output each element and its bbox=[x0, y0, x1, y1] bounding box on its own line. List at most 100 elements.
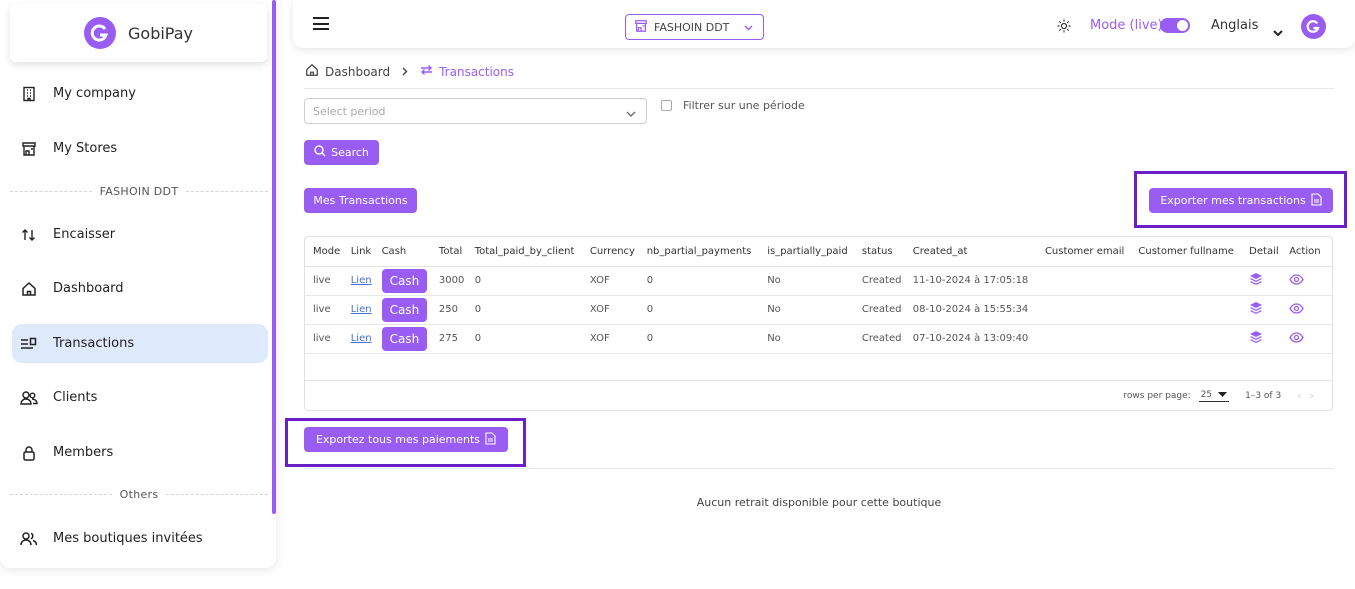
column-header[interactable]: Total_paid_by_client bbox=[466, 237, 582, 267]
store-icon bbox=[18, 138, 40, 160]
breadcrumb-dashboard[interactable]: Dashboard bbox=[325, 65, 390, 79]
divider bbox=[304, 468, 1334, 469]
cell-is-partial: No bbox=[759, 295, 854, 325]
chevron-down-icon bbox=[744, 21, 753, 34]
store-selector[interactable]: FASHOIN DDT bbox=[625, 14, 764, 40]
period-select[interactable]: Select period bbox=[304, 98, 647, 124]
sidebar-item-transactions[interactable]: Transactions bbox=[12, 324, 268, 363]
users-icon bbox=[18, 387, 40, 409]
group-icon bbox=[18, 528, 40, 550]
column-header[interactable]: Detail bbox=[1241, 237, 1282, 267]
cash-button[interactable]: Cash bbox=[381, 326, 428, 351]
cell-currency: XOF bbox=[581, 324, 639, 354]
sidebar: GobiPay My company My Stores FASHOIN DDT… bbox=[0, 0, 276, 568]
sidebar-item-label: My Stores bbox=[53, 141, 118, 156]
eye-icon[interactable] bbox=[1289, 302, 1304, 317]
pagination-range: 1–3 of 3 bbox=[1245, 390, 1282, 401]
column-header[interactable]: Total bbox=[430, 237, 467, 267]
cell-is-partial: No bbox=[759, 266, 854, 296]
link-lien[interactable]: Lien bbox=[351, 304, 372, 315]
pagination-arrows: ‹› bbox=[1297, 389, 1322, 402]
cell-paid: 0 bbox=[466, 266, 582, 296]
period-select-placeholder: Select period bbox=[313, 104, 386, 118]
sun-icon[interactable] bbox=[1057, 18, 1071, 33]
cell-paid: 0 bbox=[466, 324, 582, 354]
export-transactions-button[interactable]: Exporter mes transactions bbox=[1149, 188, 1333, 213]
eye-icon[interactable] bbox=[1289, 331, 1304, 346]
transfer-icon bbox=[420, 64, 433, 79]
column-header[interactable]: Customer fullname bbox=[1130, 237, 1242, 267]
sidebar-item-encaisser[interactable]: Encaisser bbox=[12, 215, 268, 254]
eye-icon[interactable] bbox=[1289, 273, 1304, 288]
column-header[interactable]: Link bbox=[342, 237, 374, 267]
cell-status: Created bbox=[853, 266, 905, 296]
column-header[interactable]: Cash bbox=[373, 237, 431, 267]
layers-icon[interactable] bbox=[1249, 302, 1263, 318]
cell-email bbox=[1036, 324, 1131, 354]
sidebar-item-clients[interactable]: Clients bbox=[12, 378, 268, 417]
sidebar-item-my-company[interactable]: My company bbox=[12, 74, 268, 113]
sidebar-item-members[interactable]: Members bbox=[12, 433, 268, 472]
link-lien[interactable]: Lien bbox=[351, 275, 372, 286]
rows-per-page-value: 25 bbox=[1200, 389, 1213, 400]
table-pagination: rows per page: 25 1–3 of 3 ‹› bbox=[305, 380, 1332, 410]
cell-currency: XOF bbox=[581, 266, 639, 296]
layers-icon[interactable] bbox=[1249, 273, 1263, 289]
export-all-payments-button[interactable]: Exportez tous mes paiements bbox=[304, 427, 508, 452]
column-header[interactable]: Currency bbox=[581, 237, 639, 267]
sidebar-item-mes-boutiques-invitees[interactable]: Mes boutiques invitées bbox=[12, 519, 268, 558]
sidebar-item-label: Members bbox=[53, 445, 114, 460]
brand[interactable]: GobiPay bbox=[10, 4, 267, 62]
column-header[interactable]: Action bbox=[1281, 237, 1332, 267]
chevron-right-icon bbox=[402, 65, 408, 79]
link-lien[interactable]: Lien bbox=[351, 333, 372, 344]
cell-status: Created bbox=[853, 295, 905, 325]
sidebar-item-my-stores[interactable]: My Stores bbox=[12, 129, 268, 168]
chevron-left-icon[interactable]: ‹ bbox=[1297, 389, 1309, 402]
column-header[interactable]: Customer email bbox=[1036, 237, 1131, 267]
column-header[interactable]: Created_at bbox=[904, 237, 1037, 267]
filter-period-checkbox[interactable] bbox=[661, 100, 672, 111]
cell-total: 250 bbox=[430, 295, 467, 325]
export-button-label: Exporter mes transactions bbox=[1160, 194, 1306, 207]
lock-icon bbox=[18, 442, 40, 464]
sidebar-item-label: Dashboard bbox=[53, 281, 124, 296]
cell-created-at: 11-10-2024 à 17:05:18 bbox=[904, 266, 1037, 296]
chevron-down-icon[interactable] bbox=[1273, 22, 1283, 41]
export-all-label: Exportez tous mes paiements bbox=[315, 433, 481, 446]
column-header[interactable]: status bbox=[853, 237, 905, 267]
sidebar-item-label: Clients bbox=[53, 390, 98, 405]
sidebar-item-label: My company bbox=[53, 86, 136, 101]
cash-button[interactable]: Cash bbox=[381, 297, 428, 322]
search-button[interactable]: Search bbox=[304, 140, 379, 165]
sidebar-scrollbar[interactable] bbox=[272, 0, 276, 514]
cell-paid: 0 bbox=[466, 295, 582, 325]
sidebar-section-store: FASHOIN DDT bbox=[10, 185, 268, 198]
caret-down-icon bbox=[1218, 392, 1228, 397]
cell-created-at: 08-10-2024 à 15:55:34 bbox=[904, 295, 1037, 325]
cell-nb-partial: 0 bbox=[638, 266, 760, 296]
chevron-right-icon[interactable]: › bbox=[1310, 389, 1322, 402]
mes-transactions-button[interactable]: Mes Transactions bbox=[304, 188, 417, 213]
language-selector[interactable]: Anglais bbox=[1211, 18, 1258, 33]
arrows-updown-icon bbox=[18, 224, 40, 246]
cell-nb-partial: 0 bbox=[638, 295, 760, 325]
cash-button[interactable]: Cash bbox=[381, 268, 428, 293]
column-header[interactable]: Mode bbox=[305, 237, 343, 267]
column-header[interactable]: is_partially_paid bbox=[759, 237, 854, 267]
cell-nb-partial: 0 bbox=[638, 324, 760, 354]
mode-label: Mode (live) bbox=[1090, 18, 1163, 33]
hamburger-menu-icon[interactable] bbox=[313, 17, 329, 30]
cell-is-partial: No bbox=[759, 324, 854, 354]
store-selector-label: FASHOIN DDT bbox=[654, 20, 730, 34]
store-icon bbox=[634, 19, 648, 36]
rows-per-page-select[interactable]: 25 bbox=[1198, 389, 1230, 402]
avatar[interactable] bbox=[1301, 14, 1326, 39]
cell-mode: live bbox=[305, 324, 343, 354]
layers-icon[interactable] bbox=[1249, 331, 1263, 347]
sidebar-section-others: Others bbox=[10, 488, 268, 501]
search-icon bbox=[314, 145, 326, 160]
column-header[interactable]: nb_partial_payments bbox=[638, 237, 760, 267]
sidebar-item-dashboard[interactable]: Dashboard bbox=[12, 269, 268, 308]
mode-toggle[interactable] bbox=[1160, 18, 1190, 33]
